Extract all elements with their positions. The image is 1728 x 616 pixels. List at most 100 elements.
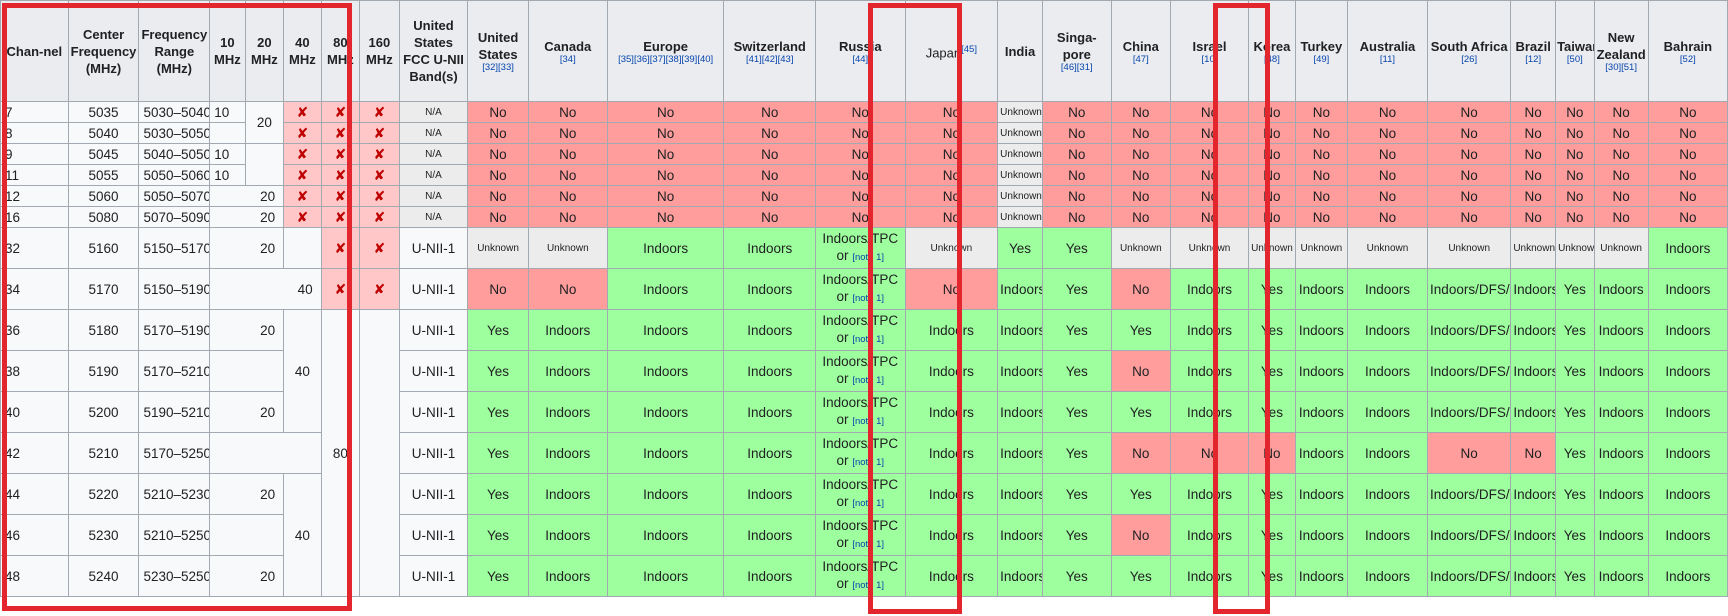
col-header-160mhz[interactable]: 160 MHz [359, 0, 400, 102]
col-header-band[interactable]: United States FCC U-NII Band(s) [398, 0, 469, 102]
note-link[interactable]: [note 1] [852, 580, 884, 591]
citation-link[interactable]: [35][36][37][38][39][40] [609, 54, 723, 65]
citation-link[interactable]: [12] [1512, 54, 1554, 65]
col-header-country[interactable]: Switzerland [41][42][43] [723, 0, 817, 102]
col-header-country[interactable]: Bahrain [52] [1647, 0, 1728, 102]
col-header-10mhz[interactable]: 10 MHz [209, 0, 246, 102]
citation-link[interactable]: [44] [817, 54, 904, 65]
citation-link[interactable]: [10] [1172, 54, 1247, 65]
status-cell: No [1169, 122, 1250, 144]
band-cell: N/A [398, 185, 469, 207]
citation-link[interactable]: [52] [1650, 54, 1726, 65]
col-header-country[interactable]: Korea [48] [1248, 0, 1296, 102]
note-link[interactable]: [note 1] [852, 293, 884, 304]
col-header-country[interactable]: Europe [35][36][37][38][39][40] [606, 0, 725, 102]
citation-link[interactable]: [30][51] [1596, 63, 1647, 73]
center-frequency-cell: 5180 [67, 309, 140, 351]
col-header-country[interactable]: Singa-pore [46][31] [1041, 0, 1112, 102]
width-20-cell: 20 [209, 555, 285, 597]
status-cell: Indoors [904, 514, 999, 556]
status-cell: Indoors [904, 473, 999, 515]
status-cell: Indoors [997, 350, 1043, 392]
status-cell: No [1169, 432, 1250, 474]
col-header-country[interactable]: China [47] [1110, 0, 1171, 102]
citation-link[interactable]: [34] [530, 54, 606, 65]
status-cell: No [467, 268, 529, 310]
citation-link[interactable]: [45] [961, 44, 977, 55]
citation-link[interactable]: [47] [1113, 54, 1169, 65]
status-cell: Yes [1248, 391, 1296, 433]
status-cell: No [467, 143, 529, 165]
col-header-country[interactable]: Russia [44] [815, 0, 906, 102]
col-header-country[interactable]: Japan[45] [904, 0, 999, 102]
width-40-cell [209, 432, 322, 474]
status-cell: No [1248, 432, 1296, 474]
cross-icon: ✘ [283, 122, 322, 144]
cross-icon: ✘ [359, 185, 400, 207]
status-cell: Yes [1248, 350, 1296, 392]
citation-link[interactable]: [50] [1557, 54, 1593, 65]
citation-link[interactable]: [41][42][43] [725, 54, 814, 65]
note-link[interactable]: [note 1] [852, 252, 884, 263]
note-link[interactable]: [note 1] [852, 375, 884, 386]
col-header-frequency-range[interactable]: Frequency Range (MHz) [138, 0, 211, 102]
status-cell: No [1110, 206, 1171, 228]
status-cell: Yes [1041, 555, 1112, 597]
status-cell: Indoors [527, 432, 608, 474]
status-cell: Yes [1555, 391, 1595, 433]
center-frequency-cell: 5040 [67, 122, 140, 144]
citation-link[interactable]: [49] [1297, 54, 1346, 65]
status-cell: Indoors/TPC or [note 1] [815, 350, 906, 392]
status-cell: No [1110, 164, 1171, 186]
col-header-country[interactable]: Brazil [12] [1510, 0, 1557, 102]
status-cell: Yes [1555, 268, 1595, 310]
status-cell: Yes [1041, 268, 1112, 310]
width-40-cell: 40 [283, 473, 322, 597]
note-link[interactable]: [note 1] [852, 416, 884, 427]
col-header-country[interactable]: United States [32][33] [467, 0, 529, 102]
status-cell: No [1169, 101, 1250, 123]
col-header-80mhz[interactable]: 80 MHz [320, 0, 361, 102]
col-header-country[interactable]: New Zealand [30][51] [1593, 0, 1649, 102]
note-link[interactable]: [note 1] [852, 498, 884, 509]
citation-link[interactable]: [11] [1349, 54, 1426, 65]
citation-link[interactable]: [32][33] [469, 63, 526, 73]
status-cell: Indoors [1510, 555, 1557, 597]
status-cell: No [1294, 122, 1348, 144]
status-cell: No [1593, 164, 1649, 186]
col-header-country[interactable]: Canada [34] [527, 0, 608, 102]
status-cell: No [1647, 206, 1728, 228]
status-cell: No [1346, 122, 1429, 144]
status-cell: No [815, 143, 906, 165]
center-frequency-cell: 5240 [67, 555, 140, 597]
center-frequency-cell: 5045 [67, 143, 140, 165]
col-header-center-frequency[interactable]: Center Frequency (MHz) [67, 0, 140, 102]
status-cell: Indoors [1510, 473, 1557, 515]
status-cell: Indoors [1647, 432, 1728, 474]
status-cell: No [1647, 143, 1728, 165]
note-link[interactable]: [note 1] [852, 539, 884, 550]
col-header-country[interactable]: South Africa [26] [1427, 0, 1512, 102]
status-cell: Indoors [527, 514, 608, 556]
status-cell: Unknown [1248, 227, 1296, 269]
channel-cell: 12 [0, 185, 69, 207]
col-header-20mhz[interactable]: 20 MHz [244, 0, 285, 102]
width-20-cell [209, 514, 285, 556]
citation-link[interactable]: [46][31] [1044, 63, 1110, 73]
col-header-40mhz[interactable]: 40 MHz [283, 0, 322, 102]
col-header-country[interactable]: Taiwan[50] [1555, 0, 1595, 102]
col-header-country[interactable]: Israel [10] [1169, 0, 1250, 102]
status-cell: No [1647, 164, 1728, 186]
citation-link[interactable]: [26] [1429, 54, 1509, 65]
col-header-country[interactable]: India [997, 0, 1043, 102]
col-header-country[interactable]: Australia [11] [1346, 0, 1429, 102]
status-cell: Indoors [1593, 391, 1649, 433]
col-header-channel[interactable]: Chan-nel [0, 0, 69, 102]
status-cell: No [1555, 206, 1595, 228]
col-header-country[interactable]: Turkey [49] [1294, 0, 1348, 102]
frequency-range-cell: 5070–5090 [138, 206, 211, 228]
status-cell: Indoors [1647, 350, 1728, 392]
note-link[interactable]: [note 1] [852, 457, 884, 468]
note-link[interactable]: [note 1] [852, 334, 884, 345]
citation-link[interactable]: [48] [1250, 54, 1294, 65]
